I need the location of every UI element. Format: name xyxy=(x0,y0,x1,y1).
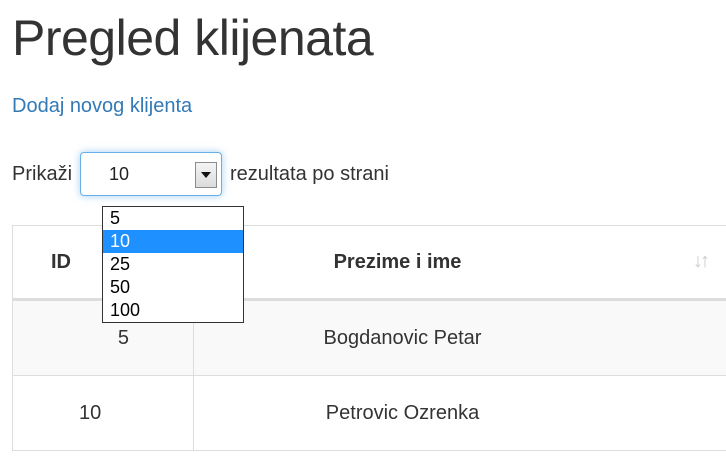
column-header-name-label: Prezime i ime xyxy=(333,250,462,273)
dropdown-option-100[interactable]: 100 xyxy=(103,299,243,322)
add-new-client-link[interactable]: Dodaj novog klijenta xyxy=(12,93,192,119)
client-overview-page: Pregled klijenata Dodaj novog klijenta P… xyxy=(0,0,726,456)
dropdown-option-25[interactable]: 25 xyxy=(103,253,243,276)
chevron-down-icon[interactable] xyxy=(195,162,218,188)
dropdown-option-50[interactable]: 50 xyxy=(103,276,243,299)
page-length-dropdown-list: 5 10 25 50 100 xyxy=(102,206,244,323)
page-title: Pregled klijenata xyxy=(12,10,374,66)
page-length-control: Prikaži 10 rezultata po strani xyxy=(12,149,389,199)
length-suffix-label: rezultata po strani xyxy=(230,163,389,185)
length-prefix-label: Prikaži xyxy=(12,163,73,185)
dropdown-option-10[interactable]: 10 xyxy=(103,230,243,253)
page-length-select[interactable]: 10 xyxy=(80,152,223,196)
page-length-selected-value: 10 xyxy=(109,164,130,184)
cell-name: Petrovic Ozrenka xyxy=(193,375,726,451)
column-header-name[interactable]: Prezime i ime ↓↑ xyxy=(193,225,726,301)
cell-name: Bogdanovic Petar xyxy=(193,299,726,376)
dropdown-option-5[interactable]: 5 xyxy=(103,207,243,230)
table-row[interactable]: 10 Petrovic Ozrenka xyxy=(12,375,726,451)
cell-id: 10 xyxy=(12,375,194,451)
sort-arrows-icon[interactable]: ↓↑ xyxy=(693,250,710,273)
